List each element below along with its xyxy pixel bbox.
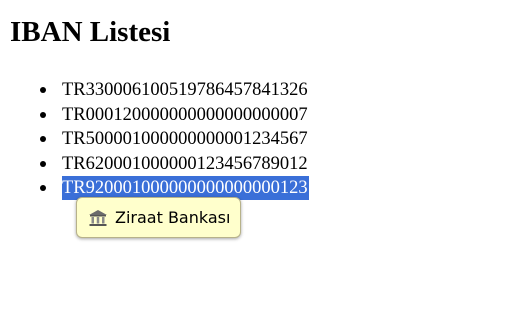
- bullet-icon: [40, 160, 46, 167]
- tooltip-label: Ziraat Bankası: [115, 208, 231, 227]
- bullet-icon: [40, 185, 46, 191]
- iban-text[interactable]: TR620001000000123456789012: [62, 152, 309, 176]
- page-title: IBAN Listesi: [10, 16, 171, 48]
- iban-text[interactable]: TR500001000000000001234567: [62, 127, 309, 151]
- bullet-icon: [40, 111, 46, 118]
- bullet-icon: [40, 87, 46, 93]
- bullet-icon: [40, 136, 46, 142]
- bank-icon: [88, 209, 108, 227]
- bank-tooltip: Ziraat Bankası: [76, 197, 241, 238]
- iban-text[interactable]: TR330006100519786457841326: [62, 78, 309, 102]
- iban-text[interactable]: TR000120000000000000000007: [62, 103, 309, 127]
